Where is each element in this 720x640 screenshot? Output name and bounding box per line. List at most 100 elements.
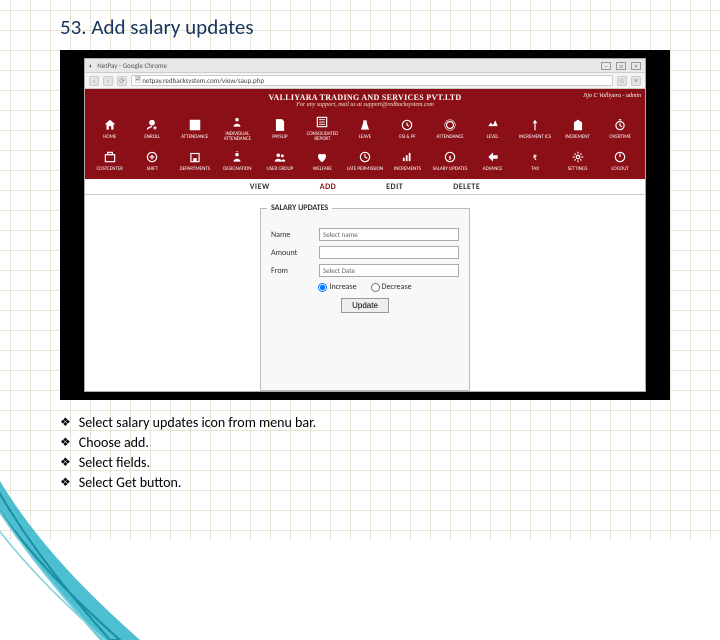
menu-item-increment-top[interactable]: INCREMENT ICS — [514, 113, 556, 145]
settings-icon — [571, 150, 585, 166]
salary-updates-form: SALARY UPDATES Name Select name Amount F… — [260, 203, 470, 391]
slide-title: 53. Add salary updates — [60, 14, 692, 40]
app-page: VALLIYARA TRADING AND SERVICES PVT.LTD F… — [85, 89, 645, 391]
costcenter-icon — [103, 150, 117, 166]
menu-item-attendance[interactable]: ATTENDANCE — [174, 113, 216, 145]
menu-item-logout[interactable]: LOGOUT — [599, 146, 641, 178]
instruction-text: Select fields. — [79, 454, 150, 472]
menu-item-label: COSTCENTER — [97, 167, 123, 172]
menu-item-costcenter[interactable]: COSTCENTER — [89, 146, 131, 178]
main-menu: HOME ENROLL ATTENDANCE INDIVIDUAL ATTENDANC… — [85, 111, 645, 179]
menu-item-label: TAX — [531, 167, 539, 172]
menu-item-tax[interactable]: ₹TAX — [514, 146, 556, 178]
menu-item-label: ENROLL — [144, 135, 160, 140]
menu-item-label: LOGOUT — [611, 167, 628, 172]
menu-item-latepermission[interactable]: LATE PERMISSION — [344, 146, 386, 178]
decrease-radio-label: Decrease — [382, 282, 412, 292]
menu-item-advance[interactable]: ADVANCE — [472, 146, 514, 178]
screenshot-frame: ◐ NetPay - Google Chrome − □ × ‹ › ⟳ 🗎 n… — [60, 50, 670, 400]
decrease-radio[interactable]: Decrease — [371, 282, 412, 292]
update-button[interactable]: Update — [341, 298, 389, 313]
tax-icon: ₹ — [528, 150, 542, 166]
window-minimize-button[interactable]: − — [601, 62, 611, 70]
nav-back-icon[interactable]: ‹ — [89, 76, 99, 86]
chrome-logo-icon: ◐ — [89, 61, 93, 70]
window-close-button[interactable]: × — [631, 62, 641, 70]
menu-item-label: ATTENDANCE — [181, 135, 208, 140]
menu-item-home[interactable]: HOME — [89, 113, 131, 145]
bookmark-star-icon[interactable]: ☆ — [617, 76, 627, 86]
form-legend: SALARY UPDATES — [267, 203, 332, 213]
instruction-text: Choose add. — [79, 434, 149, 452]
consolidated-icon — [315, 115, 329, 131]
instruction-item: Select fields. — [60, 454, 692, 472]
address-bar[interactable]: 🗎 netpay.redbacksystem.com/view/saup.php — [131, 75, 613, 86]
tab-view[interactable]: VIEW — [250, 182, 270, 192]
level-icon — [486, 118, 500, 134]
increment-top-icon — [528, 118, 542, 134]
menu-item-label: OVERTIME — [609, 135, 631, 140]
menu-item-consolidated[interactable]: CONSOLIDATED REPORT — [302, 113, 344, 145]
menu-item-designation[interactable]: DESIGNATION — [217, 146, 259, 178]
overtime-icon — [613, 118, 627, 134]
amount-input[interactable] — [319, 246, 459, 259]
name-select[interactable]: Select name — [319, 228, 459, 241]
menu-item-overtime[interactable]: OVERTIME — [599, 113, 641, 145]
leave-icon — [358, 118, 372, 134]
logout-icon — [613, 150, 627, 166]
menu-item-label: ATTENDANCE — [436, 135, 463, 140]
menu-item-leave[interactable]: LEAVE — [344, 113, 386, 145]
nav-reload-icon[interactable]: ⟳ — [117, 76, 127, 86]
window-maximize-button[interactable]: □ — [616, 62, 626, 70]
esi-icon — [400, 118, 414, 134]
tab-add[interactable]: ADD — [320, 182, 336, 192]
home-icon — [103, 118, 117, 134]
nav-forward-icon[interactable]: › — [103, 76, 113, 86]
menu-item-enroll[interactable]: ENROLL — [132, 113, 174, 145]
menu-item-usergroup[interactable]: USER GROUP — [259, 146, 301, 178]
menu-item-label: ESI & PF — [399, 135, 416, 140]
salaryupdates-icon: $ — [443, 150, 457, 166]
increase-radio-input[interactable] — [318, 283, 327, 292]
menu-item-shift[interactable]: SHIFT — [132, 146, 174, 178]
action-tabs: VIEW ADD EDIT DELETE — [85, 179, 645, 195]
decrease-radio-input[interactable] — [371, 283, 380, 292]
menu-item-label: USER GROUP — [267, 167, 294, 172]
menu-item-individual[interactable]: INDIVIDUAL ATTENDANCE — [217, 113, 259, 145]
shift-icon — [145, 150, 159, 166]
menu-item-welfare[interactable]: WELFARE — [302, 146, 344, 178]
browser-titlebar: ◐ NetPay - Google Chrome − □ × — [85, 59, 645, 73]
form-container: SALARY UPDATES Name Select name Amount F… — [85, 195, 645, 391]
attendance-icon — [188, 118, 202, 134]
menu-item-departments[interactable]: DEPARTMENTS — [174, 146, 216, 178]
latepermission-icon — [358, 150, 372, 166]
amount-label: Amount — [271, 248, 313, 258]
instruction-list: Select salary updates icon from menu bar… — [60, 414, 692, 492]
designation-icon — [230, 150, 244, 166]
menu-item-label: LATE PERMISSION — [347, 167, 383, 172]
increase-radio[interactable]: Increase — [318, 282, 356, 292]
menu-item-esi[interactable]: ESI & PF — [387, 113, 429, 145]
menu-item-label: SHIFT — [147, 167, 158, 172]
tab-delete[interactable]: DELETE — [453, 182, 480, 192]
from-date-input[interactable]: Select Date — [319, 264, 459, 277]
current-user: Jijo C Valliyara - admin — [583, 93, 641, 99]
url-text: netpay.redbacksystem.com/view/saup.php — [142, 76, 264, 85]
tab-edit[interactable]: EDIT — [386, 182, 403, 192]
menu-item-label: LEAVE — [359, 135, 371, 140]
menu-item-welfare-top[interactable]: ATTENDANCE — [429, 113, 471, 145]
menu-item-fine[interactable]: INCREMENT — [557, 113, 599, 145]
instruction-text: Select Get button. — [79, 474, 182, 492]
menu-item-settings[interactable]: SETTINGS — [557, 146, 599, 178]
menu-item-label: SETTINGS — [568, 167, 588, 172]
menu-item-increments[interactable]: INCREMENTS — [387, 146, 429, 178]
menu-item-salaryupdates[interactable]: $SALARY UPDATES — [429, 146, 471, 178]
menu-item-payslip[interactable]: PAYSLIP — [259, 113, 301, 145]
browser-menu-icon[interactable]: ≡ — [631, 76, 641, 86]
window-title: NetPay - Google Chrome — [97, 61, 167, 70]
increase-radio-label: Increase — [329, 282, 356, 292]
menu-item-level[interactable]: LEVEL — [472, 113, 514, 145]
usergroup-icon — [273, 150, 287, 166]
advance-icon — [486, 150, 500, 166]
payslip-icon — [273, 118, 287, 134]
